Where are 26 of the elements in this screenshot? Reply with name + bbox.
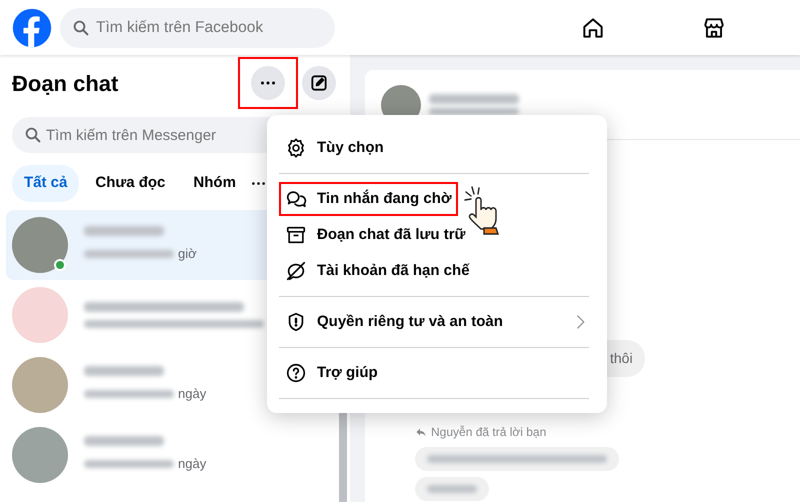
- facebook-logo[interactable]: [12, 8, 52, 48]
- menu-item-label: Tin nhắn đang chờ: [317, 188, 452, 209]
- gear-icon: [285, 137, 307, 159]
- panel-title: Đoạn chat: [12, 70, 118, 98]
- reply-icon: [415, 426, 427, 438]
- compose-icon: [309, 73, 329, 93]
- chat-time: ngày: [178, 454, 206, 473]
- menu-item-label: Trợ giúp: [317, 362, 378, 383]
- chat-item[interactable]: ngày: [6, 420, 334, 490]
- reply-label: Nguyễn đã trả lời bạn: [431, 424, 546, 441]
- more-icon[interactable]: [252, 182, 265, 185]
- filter-tab[interactable]: Tất cả: [12, 165, 80, 202]
- compose-button[interactable]: [302, 66, 336, 100]
- menu-item-label: Quyền riêng tư và an toàn: [317, 312, 503, 332]
- filter-tab[interactable]: Nhóm: [181, 165, 248, 202]
- search-field[interactable]: Tìm kiếm trên Facebook: [60, 8, 335, 48]
- more-button[interactable]: [251, 66, 285, 100]
- chat-time: ngày: [178, 384, 206, 403]
- menu-item[interactable]: Quyền riêng tư và an toàn: [279, 304, 589, 340]
- archive-box-icon: [285, 224, 307, 246]
- filter-tab[interactable]: Chưa đọc: [83, 165, 178, 202]
- menu-item[interactable]: Trợ giúp: [279, 355, 589, 391]
- help-icon: [285, 362, 307, 384]
- chat-time: giờ: [178, 244, 197, 263]
- crossed-bubble-icon: [285, 260, 307, 282]
- more-icon: [261, 81, 275, 85]
